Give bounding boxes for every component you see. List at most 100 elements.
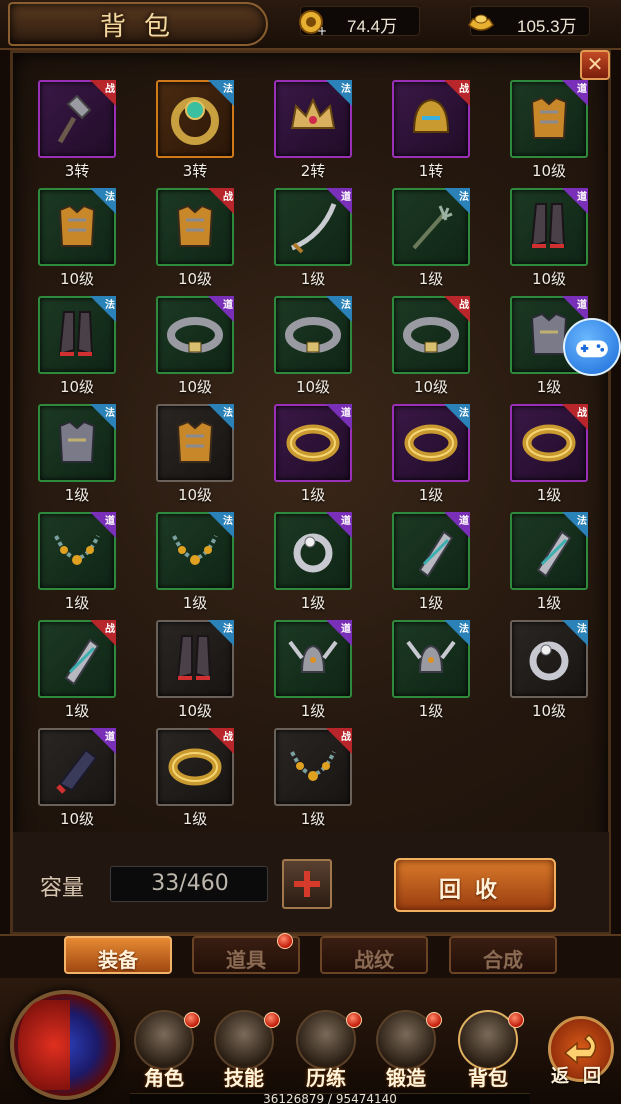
class-tag-label: 道 — [459, 516, 469, 527]
top-bar: 背包 + 74.4万 105.3万 — [0, 0, 621, 50]
inventory-slot[interactable]: 道 — [274, 620, 352, 698]
gamepad-float-button[interactable] — [563, 318, 621, 376]
item-level: 1级 — [536, 378, 562, 396]
inventory-slot[interactable]: 法 — [274, 296, 352, 374]
class-tag: 道 — [562, 80, 588, 106]
close-button[interactable]: ✕ — [580, 50, 610, 80]
gamepad-icon — [576, 340, 608, 358]
inventory-slot[interactable]: 道 — [510, 80, 588, 158]
tab-synthesis[interactable]: 合成 — [449, 936, 557, 974]
item-level: 1级 — [182, 810, 208, 828]
notification-dot — [346, 1012, 362, 1028]
inventory-slot[interactable]: 法 — [392, 188, 470, 266]
inventory-slot[interactable]: 法 — [156, 512, 234, 590]
class-tag: 法 — [208, 404, 234, 430]
inventory-slot[interactable]: 法 — [392, 404, 470, 482]
item-level: 1级 — [536, 486, 562, 504]
class-tag-label: 法 — [105, 300, 115, 311]
inventory-slot[interactable]: 战 — [156, 728, 234, 806]
class-tag-label: 法 — [223, 624, 233, 635]
item-level: 1级 — [300, 702, 326, 720]
inventory-slot[interactable]: 战 — [274, 728, 352, 806]
inventory-slot[interactable]: 道 — [274, 404, 352, 482]
class-tag-label: 战 — [223, 192, 233, 203]
inventory-slot[interactable]: 法 — [156, 620, 234, 698]
tab-label: 合成 — [483, 948, 523, 972]
nav-training[interactable]: 历练 — [290, 1010, 362, 1090]
class-tag: 法 — [90, 404, 116, 430]
inventory-slot[interactable]: 战 — [156, 188, 234, 266]
ingot-counter[interactable]: 105.3万 — [468, 6, 590, 36]
inventory-slot[interactable]: 法 — [156, 404, 234, 482]
inventory-slot[interactable]: 法 — [510, 620, 588, 698]
item-level: 10级 — [413, 378, 449, 396]
class-tag: 道 — [326, 188, 352, 214]
class-tag: 道 — [90, 512, 116, 538]
inventory-slot[interactable]: 道 — [392, 512, 470, 590]
inventory-slot[interactable]: 道 — [38, 512, 116, 590]
item-level: 1级 — [64, 486, 90, 504]
inventory-slot[interactable]: 道 — [510, 188, 588, 266]
item-level: 10级 — [59, 378, 95, 396]
inventory-slot[interactable]: 道 — [156, 296, 234, 374]
tab-equipment[interactable]: 装备 — [64, 936, 172, 974]
class-tag: 法 — [326, 80, 352, 106]
item-level: 10级 — [59, 270, 95, 288]
tab-label: 装备 — [98, 948, 138, 972]
item-level: 10级 — [177, 378, 213, 396]
item-level: 1级 — [300, 810, 326, 828]
nav-label: 历练 — [306, 1066, 346, 1090]
inventory-slot[interactable]: 战 — [510, 404, 588, 482]
ingot-amount: 105.3万 — [517, 17, 577, 36]
item-level: 1级 — [418, 270, 444, 288]
inventory-slot[interactable]: 法 — [38, 188, 116, 266]
class-tag-label: 道 — [577, 84, 587, 95]
nav-skills[interactable]: 技能 — [208, 1010, 280, 1090]
tab-runes[interactable]: 战纹 — [320, 936, 428, 974]
class-tag-label: 法 — [341, 84, 351, 95]
item-level: 10级 — [177, 270, 213, 288]
class-tag-label: 法 — [577, 516, 587, 527]
inventory-slot[interactable]: 法 — [38, 296, 116, 374]
inventory-slot[interactable]: 法 — [38, 404, 116, 482]
class-tag: 法 — [562, 512, 588, 538]
inventory-slot[interactable]: 法 — [392, 620, 470, 698]
inventory-slot[interactable]: 道 — [274, 512, 352, 590]
item-level: 10级 — [531, 162, 567, 180]
inventory-slot[interactable]: 道 — [38, 728, 116, 806]
inventory-slot[interactable]: 战 — [38, 620, 116, 698]
class-tag: 道 — [326, 512, 352, 538]
page-title: 背包 — [100, 12, 189, 42]
gold-amount: 74.4万 — [347, 17, 398, 36]
capacity-box: 33/460 — [110, 866, 268, 902]
expand-capacity-button[interactable] — [282, 859, 332, 909]
class-tag: 道 — [562, 188, 588, 214]
class-tag: 法 — [208, 512, 234, 538]
nav-character[interactable]: 角色 — [128, 1010, 200, 1090]
class-tag-label: 道 — [341, 408, 351, 419]
class-tag-label: 道 — [577, 300, 587, 311]
class-tag: 法 — [444, 188, 470, 214]
inventory-slot[interactable]: 战 — [38, 80, 116, 158]
class-tag: 道 — [208, 296, 234, 322]
inventory-slot[interactable]: 法 — [274, 80, 352, 158]
recycle-button[interactable]: 回收 — [394, 858, 556, 912]
inventory-slot[interactable]: 战 — [392, 80, 470, 158]
recycle-label: 回收 — [438, 878, 511, 903]
class-tag: 道 — [444, 512, 470, 538]
inventory-slot[interactable]: 法 — [510, 512, 588, 590]
item-level: 1级 — [418, 594, 444, 612]
nav-forge[interactable]: 锻造 — [370, 1010, 442, 1090]
class-tag-label: 战 — [223, 732, 233, 743]
item-level: 10级 — [531, 702, 567, 720]
inventory-slot[interactable]: 法 — [156, 80, 234, 158]
class-tag-label: 战 — [577, 408, 587, 419]
item-level: 1级 — [300, 594, 326, 612]
gold-counter[interactable]: + 74.4万 — [299, 6, 420, 37]
class-tag-label: 法 — [223, 516, 233, 527]
class-tag: 法 — [90, 188, 116, 214]
inventory-slot[interactable]: 战 — [392, 296, 470, 374]
inventory-slot[interactable]: 道 — [274, 188, 352, 266]
class-tag: 法 — [562, 620, 588, 646]
nav-bag[interactable]: 背包 — [452, 1010, 524, 1090]
